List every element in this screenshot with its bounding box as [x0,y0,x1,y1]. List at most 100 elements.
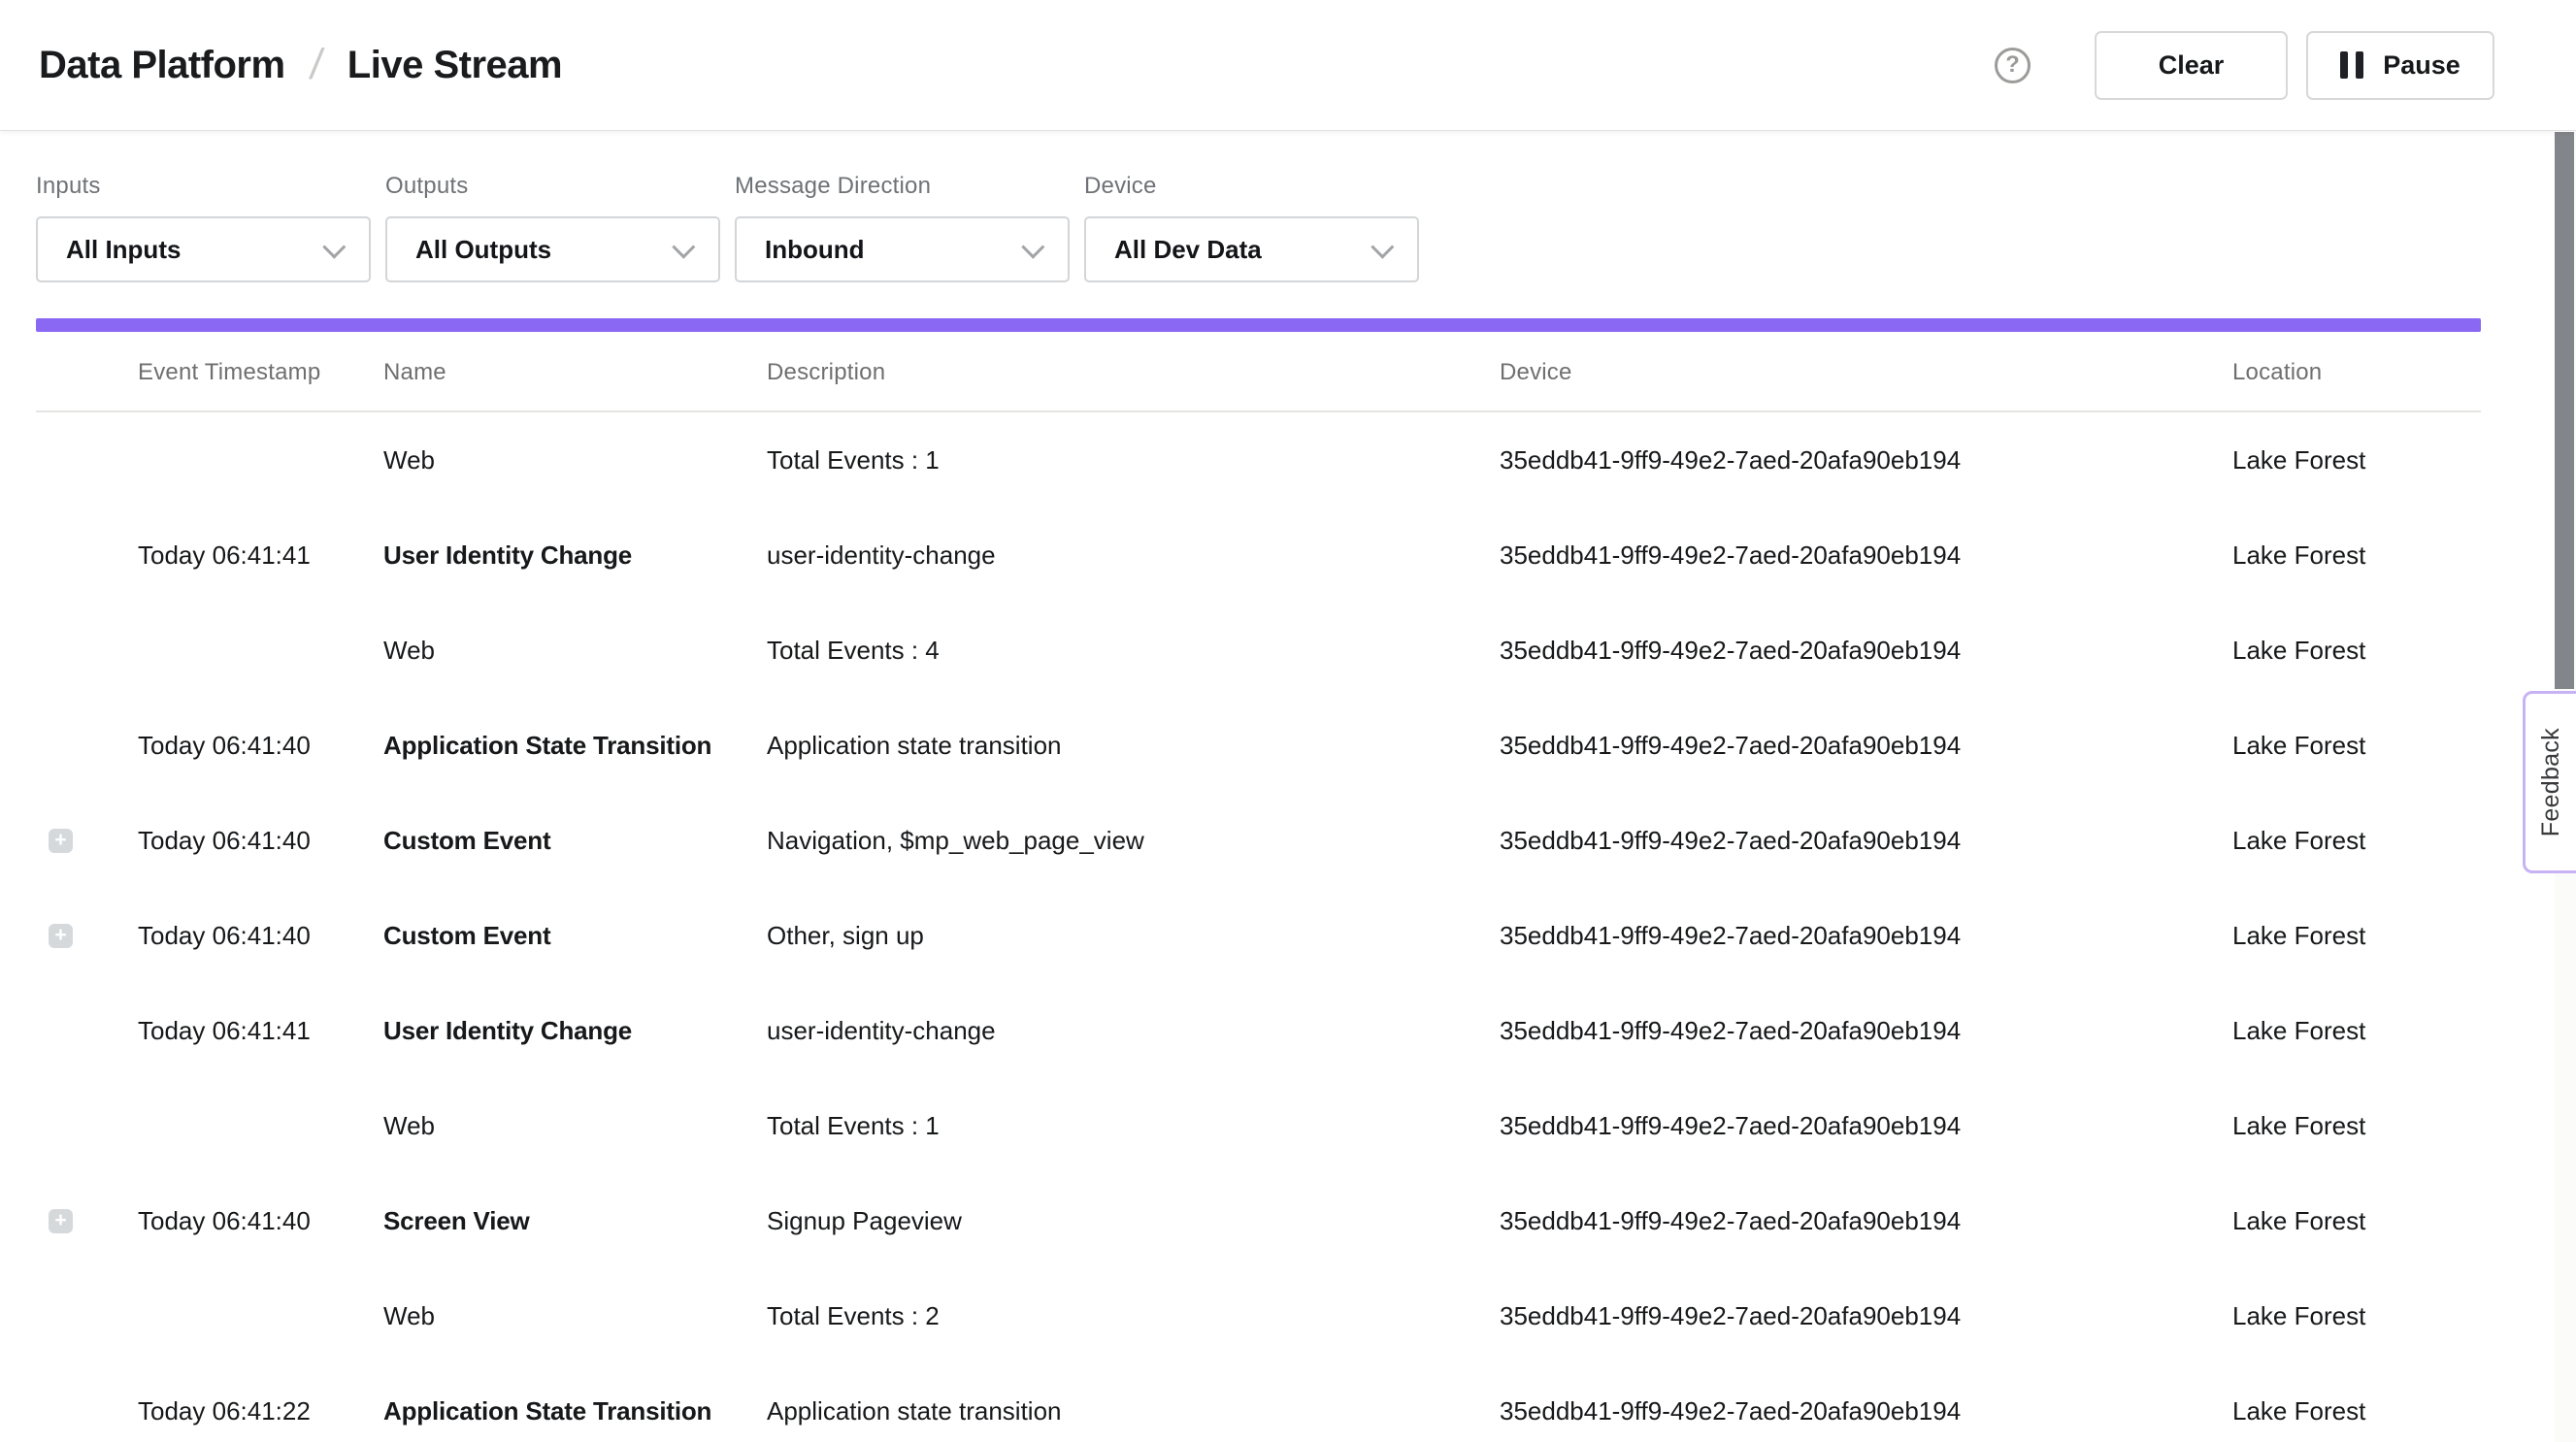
event-name: Custom Event [383,921,767,951]
page-header: Data Platform / Live Stream ? Clear Paus… [0,0,2576,131]
event-name: User Identity Change [383,541,767,571]
event-location: Lake Forest [2232,1301,2481,1331]
event-device: 35eddb41-9ff9-49e2-7aed-20afa90eb194 [1500,826,2232,856]
event-name: Web [383,445,767,475]
event-location: Lake Forest [2232,921,2481,951]
expand-row-icon[interactable]: + [49,829,73,853]
event-location: Lake Forest [2232,445,2481,475]
event-description: Application state transition [767,1396,1500,1426]
filter-message-direction-label: Message Direction [735,173,1070,200]
event-location: Lake Forest [2232,541,2481,571]
column-location: Location [2232,359,2481,386]
message-direction-selected-value: Inbound [765,235,865,265]
event-description: Total Events : 1 [767,445,1500,475]
scrollbar-thumb[interactable] [2555,132,2574,689]
table-row[interactable]: + Today 06:41:40 Custom Event Other, sig… [36,888,2481,983]
help-icon[interactable]: ? [1995,48,2031,83]
filter-inputs-label: Inputs [36,173,371,200]
table-row[interactable]: + Today 06:41:40 Screen View Signup Page… [36,1173,2481,1268]
stream-progress-bar [36,318,2481,332]
event-name: Web [383,1111,767,1141]
event-device: 35eddb41-9ff9-49e2-7aed-20afa90eb194 [1500,1111,2232,1141]
event-device: 35eddb41-9ff9-49e2-7aed-20afa90eb194 [1500,1206,2232,1236]
event-description: Total Events : 4 [767,636,1500,666]
live-stream-page: Data Platform / Live Stream ? Clear Paus… [0,0,2576,1442]
table-row[interactable]: Today 06:41:41 User Identity Change user… [36,508,2481,603]
event-timestamp: Today 06:41:40 [138,921,383,951]
table-header-row: Event Timestamp Name Description Device … [36,334,2481,412]
chevron-down-icon [672,235,695,258]
table-row[interactable]: Web Total Events : 1 35eddb41-9ff9-49e2-… [36,412,2481,508]
expand-row-icon[interactable]: + [49,924,73,948]
feedback-tab-label: Feedback [2537,728,2565,836]
filter-device-label: Device [1084,173,1419,200]
event-device: 35eddb41-9ff9-49e2-7aed-20afa90eb194 [1500,445,2232,475]
table-row[interactable]: Today 06:41:40 Application State Transit… [36,698,2481,793]
event-timestamp: Today 06:41:41 [138,541,383,571]
event-description: user-identity-change [767,1016,1500,1046]
table-row[interactable]: Web Total Events : 2 35eddb41-9ff9-49e2-… [36,1268,2481,1363]
event-name: User Identity Change [383,1016,767,1046]
event-description: Application state transition [767,731,1500,761]
event-description: Total Events : 2 [767,1301,1500,1331]
event-timestamp: Today 06:41:41 [138,1016,383,1046]
inputs-select[interactable]: All Inputs [36,216,371,282]
event-location: Lake Forest [2232,826,2481,856]
table-row[interactable]: + Today 06:41:40 Custom Event Navigation… [36,793,2481,888]
breadcrumb-separator: / [307,41,325,89]
event-location: Lake Forest [2232,731,2481,761]
event-description: Signup Pageview [767,1206,1500,1236]
event-description: user-identity-change [767,541,1500,571]
event-device: 35eddb41-9ff9-49e2-7aed-20afa90eb194 [1500,1301,2232,1331]
device-select[interactable]: All Dev Data [1084,216,1419,282]
chevron-down-icon [322,235,346,258]
column-description: Description [767,359,1500,386]
breadcrumb-live-stream: Live Stream [347,44,562,87]
help-glyph: ? [2005,51,2020,79]
table-row[interactable]: Web Total Events : 4 35eddb41-9ff9-49e2-… [36,603,2481,698]
filter-outputs: Outputs All Outputs [385,173,720,282]
table-row[interactable]: Web Total Events : 1 35eddb41-9ff9-49e2-… [36,1078,2481,1173]
event-device: 35eddb41-9ff9-49e2-7aed-20afa90eb194 [1500,731,2232,761]
filter-device: Device All Dev Data [1084,173,1419,282]
event-name: Custom Event [383,826,767,856]
filter-message-direction: Message Direction Inbound [735,173,1070,282]
pause-icon [2340,51,2363,79]
outputs-selected-value: All Outputs [415,235,551,265]
event-timestamp: Today 06:41:40 [138,1206,383,1236]
event-name: Application State Transition [383,1396,767,1426]
clear-button[interactable]: Clear [2095,31,2288,100]
expand-row-icon[interactable]: + [49,1209,73,1233]
event-device: 35eddb41-9ff9-49e2-7aed-20afa90eb194 [1500,636,2232,666]
filter-outputs-label: Outputs [385,173,720,200]
table-body: Web Total Events : 1 35eddb41-9ff9-49e2-… [36,412,2481,1442]
event-device: 35eddb41-9ff9-49e2-7aed-20afa90eb194 [1500,921,2232,951]
event-device: 35eddb41-9ff9-49e2-7aed-20afa90eb194 [1500,1016,2232,1046]
feedback-tab[interactable]: Feedback [2523,691,2576,873]
event-name: Application State Transition [383,731,767,761]
events-table: Event Timestamp Name Description Device … [36,334,2481,1442]
message-direction-select[interactable]: Inbound [735,216,1070,282]
event-device: 35eddb41-9ff9-49e2-7aed-20afa90eb194 [1500,541,2232,571]
breadcrumb: Data Platform / Live Stream [39,41,562,89]
event-description: Total Events : 1 [767,1111,1500,1141]
event-device: 35eddb41-9ff9-49e2-7aed-20afa90eb194 [1500,1396,2232,1426]
event-description: Navigation, $mp_web_page_view [767,826,1500,856]
column-event-timestamp: Event Timestamp [138,359,383,386]
column-name: Name [383,359,767,386]
event-description: Other, sign up [767,921,1500,951]
event-location: Lake Forest [2232,1016,2481,1046]
event-timestamp: Today 06:41:40 [138,826,383,856]
table-row[interactable]: Today 06:41:41 User Identity Change user… [36,983,2481,1078]
event-timestamp: Today 06:41:22 [138,1396,383,1426]
breadcrumb-data-platform[interactable]: Data Platform [39,44,285,87]
filters-bar: Inputs All Inputs Outputs All Outputs Me… [36,173,1419,282]
header-actions: ? Clear Pause [1995,31,2494,100]
pause-button[interactable]: Pause [2306,31,2494,100]
outputs-select[interactable]: All Outputs [385,216,720,282]
table-row[interactable]: Today 06:41:22 Application State Transit… [36,1363,2481,1442]
event-name: Web [383,636,767,666]
inputs-selected-value: All Inputs [66,235,181,265]
event-name: Screen View [383,1206,767,1236]
chevron-down-icon [1021,235,1044,258]
